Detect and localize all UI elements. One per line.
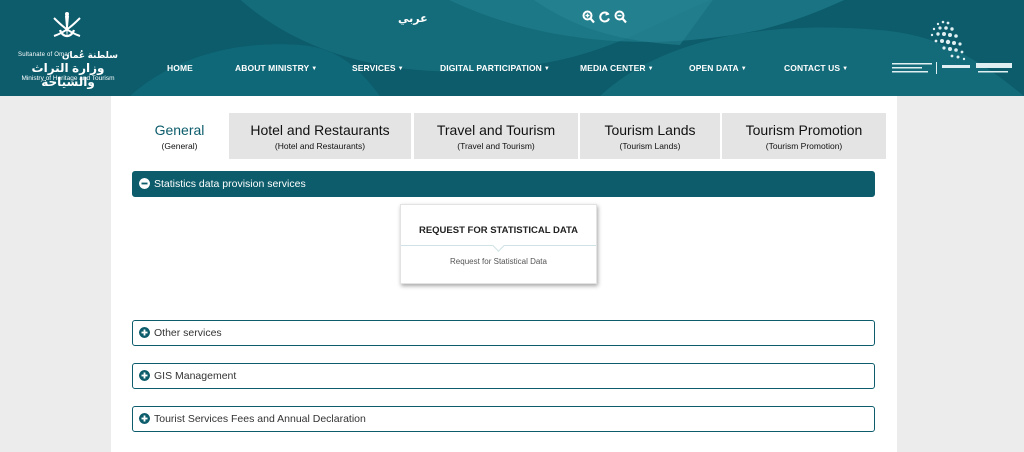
chevron-down-icon: ▼ xyxy=(647,66,654,72)
language-toggle[interactable]: عربي xyxy=(398,12,428,25)
chevron-down-icon: ▼ xyxy=(311,66,318,72)
tab-tourism-lands[interactable]: Tourism Lands (Tourism Lands) xyxy=(580,113,720,159)
section-label: Other services xyxy=(154,327,222,339)
chevron-down-icon: ▼ xyxy=(397,66,404,72)
tab-sublabel: (Hotel and Restaurants) xyxy=(274,141,366,151)
logo-sultanate-ar: سلطنة عُمان xyxy=(61,50,118,60)
oman-vision-2040-logo xyxy=(892,20,1012,74)
tab-label: Tourism Promotion xyxy=(745,122,863,138)
nav-digital-participation[interactable]: DIGITAL PARTICIPATION ▼ xyxy=(440,63,550,73)
main-nav: HOME ABOUT MINISTRY ▼ SERVICES ▼ DIGITAL P… xyxy=(0,63,1024,81)
nav-services[interactable]: SERVICES ▼ xyxy=(352,63,404,73)
zoom-out-icon[interactable] xyxy=(614,10,627,24)
collapse-minus-icon xyxy=(139,178,150,189)
section-other-services[interactable]: Other services xyxy=(132,320,875,346)
nav-open-data[interactable]: OPEN DATA ▼ xyxy=(689,63,747,73)
tab-label: Hotel and Restaurants xyxy=(250,122,390,138)
main-content: General (General) Hotel and Restaurants … xyxy=(111,96,897,452)
header-background-swirl xyxy=(130,0,1024,96)
category-tabs: General (General) Hotel and Restaurants … xyxy=(132,113,886,159)
tab-sublabel: (Tourism Promotion) xyxy=(765,141,843,151)
expand-plus-icon xyxy=(139,370,150,381)
tab-label: Tourism Lands xyxy=(604,122,696,138)
section-label: Tourist Services Fees and Annual Declara… xyxy=(154,413,366,425)
oman-emblem-icon xyxy=(53,12,81,38)
expand-plus-icon xyxy=(139,327,150,338)
nav-media-center[interactable]: MEDIA CENTER ▼ xyxy=(580,63,654,73)
section-label: GIS Management xyxy=(154,370,237,382)
tab-label: General xyxy=(154,122,205,138)
tab-tourism-promotion[interactable]: Tourism Promotion (Tourism Promotion) xyxy=(722,113,886,159)
tab-sublabel: (Travel and Tourism) xyxy=(457,141,535,151)
chevron-down-icon: ▼ xyxy=(842,66,849,72)
zoom-tools xyxy=(582,10,627,24)
tab-hotel-and-restaurants[interactable]: Hotel and Restaurants (Hotel and Restaur… xyxy=(229,113,411,159)
chevron-down-icon: ▼ xyxy=(740,66,747,72)
reset-icon[interactable] xyxy=(598,10,611,24)
tab-sublabel: (General) xyxy=(161,141,198,151)
tab-sublabel: (Tourism Lands) xyxy=(619,141,681,151)
tab-label: Travel and Tourism xyxy=(436,122,556,138)
section-gis-management[interactable]: GIS Management xyxy=(132,363,875,389)
tab-general[interactable]: General (General) xyxy=(132,113,227,159)
service-card-title: REQUEST FOR STATISTICAL DATA xyxy=(418,225,579,236)
nav-about-ministry[interactable]: ABOUT MINISTRY ▼ xyxy=(235,63,317,73)
service-card-subtitle: Request for Statistical Data xyxy=(450,257,547,266)
tab-travel-and-tourism[interactable]: Travel and Tourism (Travel and Tourism) xyxy=(414,113,578,159)
section-tourist-services-fees[interactable]: Tourist Services Fees and Annual Declara… xyxy=(132,406,875,432)
site-header: Sultanate of Oman سلطنة عُمان وزارة التر… xyxy=(0,0,1024,96)
card-divider-notch xyxy=(492,239,505,252)
expand-plus-icon xyxy=(139,413,150,424)
section-label: Statistics data provision services xyxy=(154,178,306,190)
nav-home[interactable]: HOME xyxy=(167,63,193,73)
nav-contact-us[interactable]: CONTACT US ▼ xyxy=(784,63,848,73)
chevron-down-icon: ▼ xyxy=(543,66,550,72)
section-statistics-data-provision[interactable]: Statistics data provision services xyxy=(132,171,875,197)
zoom-in-icon[interactable] xyxy=(582,10,595,24)
service-card-request-statistical-data[interactable]: REQUEST FOR STATISTICAL DATA Request for… xyxy=(400,204,597,284)
